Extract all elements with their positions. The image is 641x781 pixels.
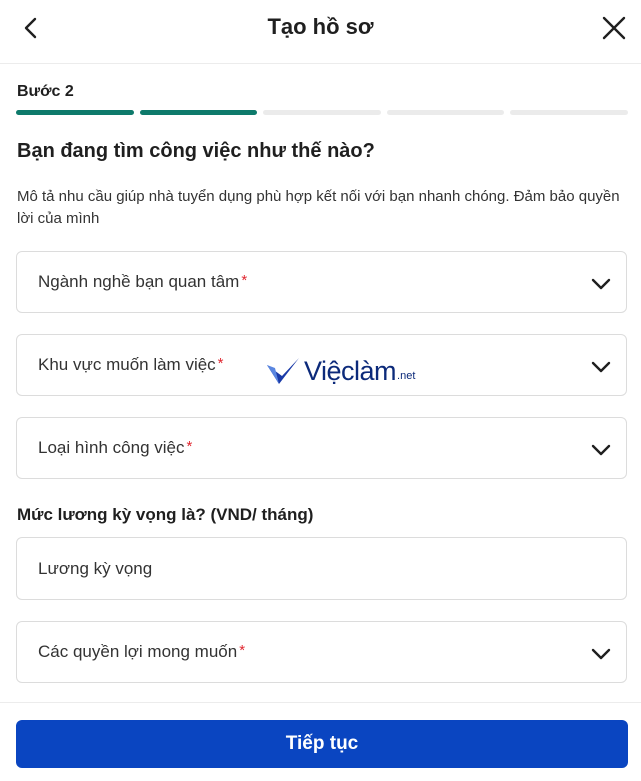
progress-segment bbox=[139, 110, 258, 115]
section-question: Bạn đang tìm công việc như thế nào? bbox=[17, 140, 375, 162]
industry-select-label: Ngành nghề bạn quan tâm * bbox=[38, 272, 248, 291]
progress-segment bbox=[386, 110, 505, 115]
required-asterisk: * bbox=[217, 355, 224, 372]
footer-bar: Tiếp tục bbox=[0, 702, 641, 781]
continue-button[interactable]: Tiếp tục bbox=[16, 720, 628, 768]
required-asterisk: * bbox=[186, 438, 193, 455]
industry-select[interactable]: Ngành nghề bạn quan tâm * bbox=[16, 251, 627, 313]
chevron-down-icon bbox=[591, 361, 611, 373]
watermark-text: Việclàm bbox=[304, 355, 397, 386]
step-label: Bước 2 bbox=[17, 83, 74, 100]
progress-segment bbox=[263, 110, 381, 115]
vieclam-watermark: Việclàm .net bbox=[266, 354, 415, 388]
location-select-label: Khu vực muốn làm việc * bbox=[38, 355, 224, 374]
expected-salary-input[interactable] bbox=[16, 537, 627, 600]
chevron-down-icon bbox=[591, 278, 611, 290]
vieclam-logo-icon bbox=[267, 358, 299, 384]
progress-segment bbox=[510, 110, 628, 115]
salary-heading: Mức lương kỳ vọng là? (VND/ tháng) bbox=[17, 505, 314, 524]
required-asterisk: * bbox=[239, 642, 246, 659]
section-description: Mô tả nhu cầu giúp nhà tuyển dụng phù hợ… bbox=[17, 188, 620, 227]
job-type-select-label: Loại hình công việc * bbox=[38, 438, 193, 457]
close-icon[interactable] bbox=[601, 15, 627, 41]
chevron-down-icon bbox=[591, 444, 611, 456]
job-type-select[interactable]: Loại hình công việc * bbox=[16, 417, 627, 479]
watermark-suffix: .net bbox=[397, 370, 416, 382]
benefits-select[interactable]: Các quyền lợi mong muốn * bbox=[16, 621, 627, 683]
progress-segment bbox=[16, 110, 134, 115]
required-asterisk: * bbox=[241, 272, 248, 289]
app-header: Tạo hồ sơ bbox=[0, 0, 641, 64]
page-title: Tạo hồ sơ bbox=[267, 14, 374, 39]
step-progress-bar bbox=[16, 110, 628, 115]
chevron-down-icon bbox=[591, 648, 611, 660]
benefits-select-label: Các quyền lợi mong muốn * bbox=[38, 642, 246, 661]
